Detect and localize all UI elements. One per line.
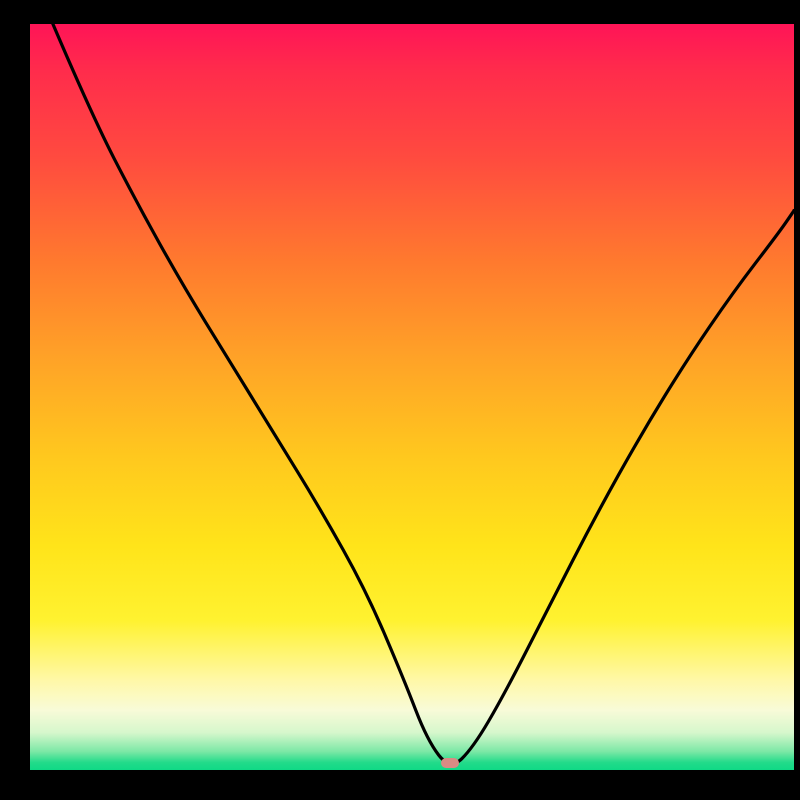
plot-area [30, 24, 794, 770]
chart-stage: TheBottleneck.com [0, 0, 800, 800]
bottleneck-curve [30, 24, 794, 770]
optimal-point-marker [441, 758, 459, 768]
attribution-text: TheBottleneck.com [604, 2, 792, 25]
